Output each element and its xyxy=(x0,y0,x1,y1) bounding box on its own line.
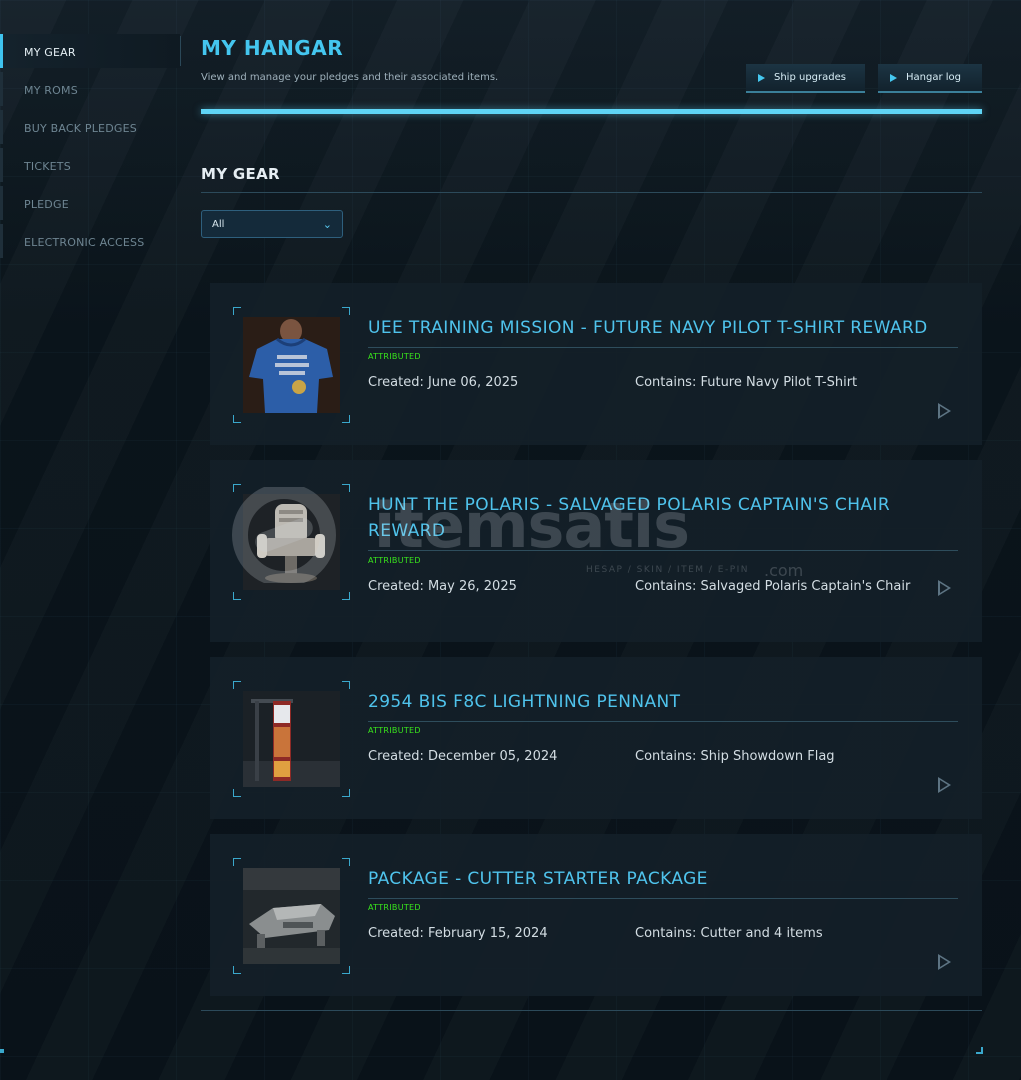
created-date: Created: June 06, 2025 xyxy=(368,375,519,390)
sidebar-item-my-gear[interactable]: MY GEAR xyxy=(0,34,180,68)
expand-play-icon[interactable] xyxy=(938,954,951,970)
play-icon xyxy=(758,73,765,82)
bottom-divider xyxy=(201,1010,982,1011)
section-divider xyxy=(201,192,982,193)
pledge-title[interactable]: 2954 BIS F8C LIGHTNING PENNANT xyxy=(368,689,958,715)
pledge-card: HUNT THE POLARIS - SALVAGED POLARIS CAPT… xyxy=(210,460,982,642)
tshirt-image xyxy=(243,317,340,413)
play-icon xyxy=(890,73,897,82)
pledge-title[interactable]: HUNT THE POLARIS - SALVAGED POLARIS CAPT… xyxy=(368,492,958,544)
attributed-badge: ATTRIBUTED xyxy=(368,556,421,565)
expand-play-icon[interactable] xyxy=(938,403,951,419)
ship-upgrades-label: Ship upgrades xyxy=(774,72,846,83)
header-actions: Ship upgrades Hangar log xyxy=(746,64,982,93)
header-accent-bar xyxy=(201,109,982,114)
page-title: MY HANGAR xyxy=(201,36,344,60)
pledge-title[interactable]: UEE TRAINING MISSION - FUTURE NAVY PILOT… xyxy=(368,315,958,341)
pledge-card: 2954 BIS F8C LIGHTNING PENNANT ATTRIBUTE… xyxy=(210,657,982,819)
corner-marker xyxy=(0,1049,4,1053)
sidebar-divider xyxy=(180,36,181,66)
filter-selected-value: All xyxy=(212,218,225,230)
item-thumbnail-frame[interactable] xyxy=(233,484,350,600)
chevron-down-icon: ⌄ xyxy=(322,217,332,231)
pledge-card: PACKAGE - CUTTER STARTER PACKAGE ATTRIBU… xyxy=(210,834,982,996)
sidebar-item-electronic-access[interactable]: ELECTRONIC ACCESS xyxy=(0,224,180,258)
item-thumbnail-frame[interactable] xyxy=(233,858,350,974)
sidebar-item-my-roms[interactable]: MY ROMS xyxy=(0,72,180,106)
contains-text: Contains: Ship Showdown Flag xyxy=(635,749,835,764)
ship-upgrades-button[interactable]: Ship upgrades xyxy=(746,64,865,93)
contains-text: Contains: Cutter and 4 items xyxy=(635,926,823,941)
cutter-ship-image xyxy=(243,868,340,964)
corner-marker xyxy=(976,1047,983,1054)
filter-select[interactable]: All ⌄ xyxy=(201,210,343,238)
created-date: Created: February 15, 2024 xyxy=(368,926,548,941)
captains-chair-image xyxy=(243,494,340,590)
expand-play-icon[interactable] xyxy=(938,777,951,793)
attributed-badge: ATTRIBUTED xyxy=(368,726,421,735)
sidebar-item-pledge[interactable]: PLEDGE xyxy=(0,186,180,220)
expand-play-icon[interactable] xyxy=(938,580,951,596)
section-title: MY GEAR xyxy=(201,165,280,183)
hangar-log-label: Hangar log xyxy=(906,72,961,83)
hangar-log-button[interactable]: Hangar log xyxy=(878,64,982,93)
item-thumbnail-frame[interactable] xyxy=(233,681,350,797)
pledge-card: UEE TRAINING MISSION - FUTURE NAVY PILOT… xyxy=(210,283,982,445)
contains-text: Contains: Salvaged Polaris Captain's Cha… xyxy=(635,579,911,594)
pledge-title[interactable]: PACKAGE - CUTTER STARTER PACKAGE xyxy=(368,866,958,892)
created-date: Created: December 05, 2024 xyxy=(368,749,558,764)
sidebar-nav: MY GEAR MY ROMS BUY BACK PLEDGES TICKETS… xyxy=(0,34,180,262)
item-thumbnail-frame[interactable] xyxy=(233,307,350,423)
attributed-badge: ATTRIBUTED xyxy=(368,903,421,912)
created-date: Created: May 26, 2025 xyxy=(368,579,517,594)
sidebar-item-tickets[interactable]: TICKETS xyxy=(0,148,180,182)
attributed-badge: ATTRIBUTED xyxy=(368,352,421,361)
contains-text: Contains: Future Navy Pilot T-Shirt xyxy=(635,375,858,390)
page-header: MY HANGAR View and manage your pledges a… xyxy=(201,36,982,93)
sidebar-item-buy-back-pledges[interactable]: BUY BACK PLEDGES xyxy=(0,110,180,144)
pennant-image xyxy=(243,691,340,787)
